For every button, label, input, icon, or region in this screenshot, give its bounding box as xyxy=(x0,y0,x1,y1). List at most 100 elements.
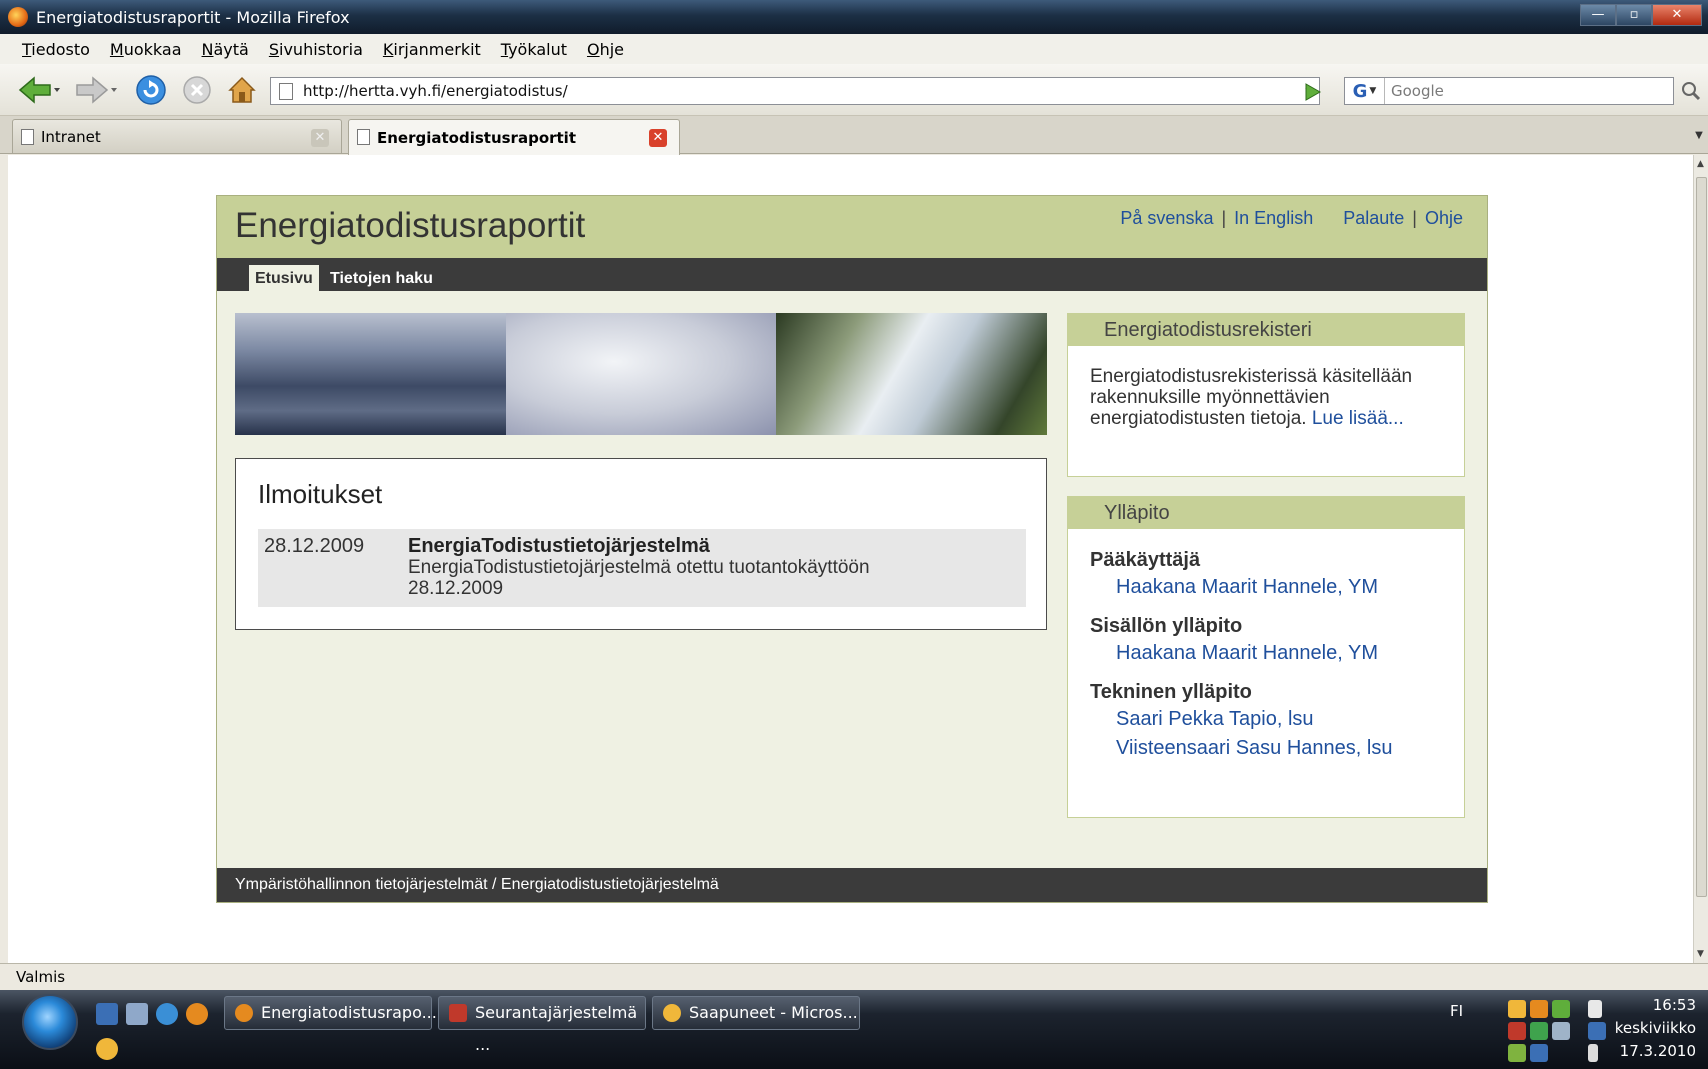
link-feedback[interactable]: Palaute xyxy=(1343,208,1404,229)
tab-strip: Intranet ✕ Energiatodistusraportit ✕ ▼ xyxy=(0,116,1708,155)
scroll-up-icon[interactable]: ▲ xyxy=(1697,159,1704,169)
search-bar[interactable]: G ▼ Google xyxy=(1344,77,1674,105)
google-icon: G xyxy=(1352,80,1368,102)
back-arrow-icon xyxy=(18,76,60,104)
device-icon[interactable] xyxy=(1508,1044,1526,1062)
network-connection-icon[interactable] xyxy=(1588,1022,1606,1040)
registry-heading: Energiatodistusrekisteri xyxy=(1068,314,1464,346)
menu-history[interactable]: Sivuhistoria xyxy=(269,40,363,59)
taskbar-button-outlook[interactable]: Saapuneet - Micros... xyxy=(652,996,860,1030)
taskbar: Energiatodistusrapo... Seurantajärjestel… xyxy=(0,990,1708,1069)
role-label: Tekninen ylläpito xyxy=(1090,681,1252,703)
role-label: Pääkäyttäjä xyxy=(1090,549,1201,571)
menu-edit[interactable]: Muokkaa xyxy=(110,40,182,59)
battery-icon[interactable] xyxy=(1588,1000,1602,1018)
tab-label: Intranet xyxy=(41,127,101,146)
person-link[interactable]: Saari Pekka Tapio, lsu xyxy=(1116,708,1392,731)
update-icon[interactable] xyxy=(1530,1022,1548,1040)
reload-button[interactable] xyxy=(134,74,168,106)
security-icon[interactable] xyxy=(1508,1022,1526,1040)
stop-button[interactable] xyxy=(180,74,214,106)
person-link[interactable]: Haakana Maarit Hannele, YM xyxy=(1116,642,1378,665)
network-icon[interactable] xyxy=(1552,1022,1570,1040)
clock-weekday: keskiviikko xyxy=(1614,1019,1696,1037)
notice-date: 28.12.2009 xyxy=(264,535,365,557)
search-engine-selector[interactable]: G ▼ xyxy=(1345,78,1385,104)
header-links: På svenska | In English Palaute | Ohje xyxy=(1120,208,1463,229)
menu-bookmarks[interactable]: Kirjanmerkit xyxy=(383,40,481,59)
maintenance-group-admin: Pääkäyttäjä Haakana Maarit Hannele, YM xyxy=(1090,549,1378,599)
link-help[interactable]: Ohje xyxy=(1425,208,1463,229)
taskbar-button-label: Saapuneet - Micros... xyxy=(689,1003,858,1022)
close-tab-icon[interactable]: ✕ xyxy=(649,129,667,147)
taskbar-button-seuranta[interactable]: Seurantajärjestelmä ... xyxy=(438,996,646,1054)
menu-tools[interactable]: Työkalut xyxy=(501,40,567,59)
notices-box: Ilmoitukset 28.12.2009 EnergiaTodistusti… xyxy=(235,458,1047,630)
switch-windows-icon[interactable] xyxy=(126,1003,148,1025)
page-icon xyxy=(279,83,293,100)
forward-button[interactable] xyxy=(70,74,122,106)
maximize-button[interactable]: ▫ xyxy=(1616,4,1652,26)
minimize-button[interactable]: — xyxy=(1580,4,1616,26)
site-title: Energiatodistusraportit xyxy=(235,206,586,245)
person-link[interactable]: Viisteensaari Sasu Hannes, lsu xyxy=(1116,737,1392,760)
scrollbar-thumb[interactable] xyxy=(1696,177,1707,897)
close-tab-icon[interactable]: ✕ xyxy=(311,129,329,147)
window-controls: — ▫ ✕ xyxy=(1580,4,1702,26)
close-window-button[interactable]: ✕ xyxy=(1652,4,1702,26)
menu-view[interactable]: Näytä xyxy=(202,40,249,59)
menu-file[interactable]: Tiedosto xyxy=(22,40,90,59)
address-url: http://hertta.vyh.fi/energiatodistus/ xyxy=(303,82,568,100)
menu-help[interactable]: Ohje xyxy=(587,40,624,59)
firefox-icon[interactable] xyxy=(186,1003,208,1025)
clock-time: 16:53 xyxy=(1652,996,1696,1014)
vertical-scrollbar[interactable]: ▲ ▼ xyxy=(1693,155,1708,963)
registry-panel: Energiatodistusrekisteri Energiatodistus… xyxy=(1067,313,1465,477)
forward-arrow-icon xyxy=(76,76,117,104)
clock-date: 17.3.2010 xyxy=(1619,1042,1696,1060)
link-english[interactable]: In English xyxy=(1234,208,1313,229)
outlook-icon[interactable] xyxy=(96,1038,118,1060)
person-link[interactable]: Haakana Maarit Hannele, YM xyxy=(1116,576,1378,599)
tab-energiatodistusraportit[interactable]: Energiatodistusraportit ✕ xyxy=(348,119,680,155)
presentation-icon xyxy=(449,1004,467,1022)
nav-tab-search[interactable]: Tietojen haku xyxy=(330,265,433,291)
display-icon[interactable] xyxy=(1530,1044,1548,1062)
volume-icon[interactable] xyxy=(1588,1044,1598,1062)
search-input[interactable]: Google xyxy=(1385,82,1444,100)
mail-icon[interactable] xyxy=(1508,1000,1526,1018)
internet-explorer-icon[interactable] xyxy=(156,1003,178,1025)
tab-list-dropdown-icon[interactable]: ▼ xyxy=(1690,122,1708,150)
tab-intranet[interactable]: Intranet ✕ xyxy=(12,119,342,153)
banner-waterfall-image xyxy=(776,313,1048,435)
scroll-down-icon[interactable]: ▼ xyxy=(1697,949,1704,959)
language-indicator[interactable]: FI xyxy=(1450,1002,1463,1020)
sync-icon[interactable] xyxy=(1552,1000,1570,1018)
window-title: Energiatodistusraportit - Mozilla Firefo… xyxy=(36,7,350,27)
page-icon xyxy=(21,129,34,145)
address-bar[interactable]: http://hertta.vyh.fi/energiatodistus/ ▼ xyxy=(270,77,1320,105)
link-swedish[interactable]: På svenska xyxy=(1120,208,1213,229)
taskbar-button-firefox[interactable]: Energiatodistusrapo... xyxy=(224,996,437,1030)
outlook-icon xyxy=(663,1004,681,1022)
notice-title: EnergiaTodistustietojärjestelmä xyxy=(408,535,710,557)
title-bar: Energiatodistusraportit - Mozilla Firefo… xyxy=(0,0,1708,34)
clock[interactable]: 16:53 keskiviikko 17.3.2010 xyxy=(1615,994,1696,1063)
separator: | xyxy=(1412,208,1417,228)
read-more-link[interactable]: Lue lisää... xyxy=(1312,408,1404,429)
outlook-tray-icon[interactable] xyxy=(1530,1000,1548,1018)
page-icon xyxy=(357,129,370,145)
go-button[interactable] xyxy=(1300,80,1324,104)
maintenance-heading: Ylläpito xyxy=(1068,497,1464,529)
notices-heading: Ilmoitukset xyxy=(258,479,383,509)
back-button[interactable] xyxy=(14,74,64,106)
status-bar: Valmis xyxy=(0,963,1708,990)
search-button[interactable] xyxy=(1680,80,1702,102)
page-viewport: Energiatodistusraportit På svenska | In … xyxy=(8,155,1693,963)
banner-flask-image xyxy=(505,313,777,435)
home-button[interactable] xyxy=(224,74,260,106)
start-button[interactable] xyxy=(22,994,78,1050)
notice-item: 28.12.2009 EnergiaTodistustietojärjestel… xyxy=(258,529,1026,607)
show-desktop-icon[interactable] xyxy=(96,1003,118,1025)
nav-tab-home[interactable]: Etusivu xyxy=(249,265,319,291)
